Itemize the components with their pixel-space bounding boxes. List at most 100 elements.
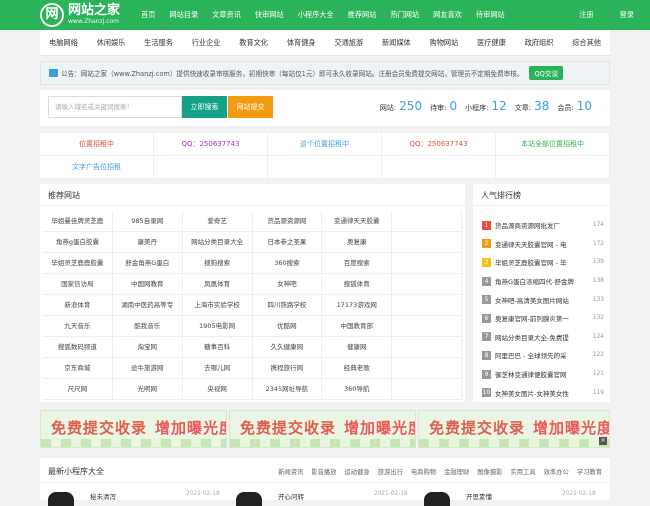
ranking-item[interactable]: 2 变通律天天胶囊官网 - 电 172 — [482, 235, 604, 254]
recommended-site-link[interactable]: 毕姐灵芝鹿鹿胶囊 — [43, 253, 113, 274]
text-ad-slot[interactable] — [382, 156, 496, 179]
nav-articles[interactable]: 文章资讯 — [205, 0, 248, 30]
category-item[interactable]: 新闻媒体 — [382, 38, 411, 48]
recommended-site-link[interactable]: 糖事百科 — [182, 337, 253, 358]
mini-program-avatar[interactable] — [424, 492, 450, 506]
recommended-site-link[interactable]: 搜狐体育 — [322, 274, 393, 295]
recommended-site-link[interactable]: 1905电影网 — [182, 316, 253, 337]
mini-program-tab[interactable]: 旅游出行 — [378, 467, 403, 476]
recommended-site-link[interactable]: 尺尺网 — [43, 379, 113, 400]
qq-chat-button[interactable]: QQ交谈 — [529, 66, 564, 80]
category-item[interactable]: 电脑网络 — [49, 38, 78, 48]
ranking-item[interactable]: 9 御芝林变通律便胶囊官网 121 — [482, 365, 604, 384]
mini-program-tab[interactable]: 图像摄影 — [477, 467, 502, 476]
recommended-site-link[interactable]: 新浪体育 — [43, 295, 113, 316]
recommended-site-link[interactable]: 360导航 — [322, 379, 393, 400]
recommended-site-link[interactable]: 去哪儿网 — [182, 358, 253, 379]
mini-program-avatar[interactable] — [48, 492, 74, 506]
text-ad-slot[interactable]: 本站全部位置招租中 — [496, 133, 610, 156]
recommended-site-link[interactable]: 光明网 — [112, 379, 183, 400]
recommended-site-link[interactable]: 角燕g蛋白胶囊 — [43, 232, 113, 253]
recommended-site-link[interactable]: 网站分类目录大全 — [182, 232, 253, 253]
recommended-site-link[interactable]: 毕姐曼佳牌灵芝鹿 — [43, 211, 113, 232]
text-ad-slot[interactable]: QQ：250637743 — [154, 133, 268, 156]
recommended-site-link[interactable]: 四川铁路学校 — [252, 295, 323, 316]
mini-program-tab[interactable]: 效率办公 — [544, 467, 569, 476]
recommended-site-link[interactable]: 上海市实验学校 — [182, 295, 253, 316]
ranking-item[interactable]: 8 阿里巴巴 - 全球领先的采 122 — [482, 346, 604, 365]
recommended-site-link[interactable]: 爱奇艺 — [182, 211, 253, 232]
mini-program-tab[interactable]: 学习教育 — [577, 467, 602, 476]
recommended-site-link[interactable]: 女神吧 — [252, 274, 323, 295]
text-ad-slot[interactable] — [268, 156, 382, 179]
nav-fast-review[interactable]: 快审网站 — [248, 0, 291, 30]
mini-program-avatar[interactable] — [236, 492, 262, 506]
recommended-site-link[interactable]: 京东商城 — [43, 358, 113, 379]
ranking-item[interactable]: 4 角燕G蛋白浓缩四代-舒金牌 138 — [482, 272, 604, 291]
recommended-site-link[interactable]: 康美丹 — [112, 232, 183, 253]
category-item[interactable]: 医疗健康 — [477, 38, 506, 48]
recommended-site-link[interactable]: 日本参之圣果 — [252, 232, 323, 253]
recommended-site-link[interactable]: 2345网址导航 — [252, 379, 323, 400]
mini-program-tab[interactable]: 实用工具 — [510, 467, 535, 476]
category-item[interactable]: 生活服务 — [144, 38, 173, 48]
nav-pending[interactable]: 待审网站 — [469, 0, 512, 30]
ranking-item[interactable]: 1 货品源商资源网批发厂 174 — [482, 216, 604, 235]
recommended-site-link[interactable]: 中国教育部 — [322, 316, 393, 337]
ranking-item[interactable]: 10 女神美女图片-女神美女性 119 — [482, 383, 604, 402]
recommended-site-link[interactable]: 17173游戏网 — [322, 295, 393, 316]
nav-favorites[interactable]: 网友喜欢 — [426, 0, 469, 30]
category-item[interactable]: 体育健身 — [287, 38, 316, 48]
recommended-site-link[interactable]: 360搜索 — [252, 253, 323, 274]
recommended-site-link[interactable]: 酷我音乐 — [112, 316, 183, 337]
recommended-site-link[interactable]: 健康网 — [322, 337, 393, 358]
recommended-site-link[interactable]: 优酷网 — [252, 316, 323, 337]
mini-program-tab[interactable]: 运动健身 — [345, 467, 370, 476]
search-input[interactable]: 请输入域名或关键词搜索！ — [48, 96, 182, 118]
submit-site-button[interactable]: 网站提交 — [228, 96, 273, 118]
recommended-site-link[interactable]: 途牛旅游网 — [112, 358, 183, 379]
recommended-site-link[interactable]: 国家信访局 — [43, 274, 113, 295]
category-item[interactable]: 行业企业 — [192, 38, 221, 48]
category-item[interactable]: 综合其他 — [572, 38, 601, 48]
ranking-item[interactable]: 3 毕姐灵芝鹿胶囊官网 - 毕 139 — [482, 253, 604, 272]
recommended-site-link[interactable]: 央视网 — [182, 379, 253, 400]
login-link[interactable]: 登录 — [620, 0, 634, 30]
recommended-site-link[interactable]: 奥复康 — [322, 232, 393, 253]
nav-home[interactable]: 首页 — [134, 0, 162, 30]
recommended-site-link[interactable]: 淘宝网 — [112, 337, 183, 358]
mini-program-tab[interactable]: 影音播放 — [311, 467, 336, 476]
promo-banner[interactable]: 免费提交收录增加曝光度! × — [418, 410, 610, 448]
mini-program-tab[interactable]: 电商购物 — [411, 467, 436, 476]
category-item[interactable]: 交通旅游 — [334, 38, 363, 48]
recommended-site-link[interactable]: 货品源资源网 — [252, 211, 323, 232]
nav-directory[interactable]: 网站目录 — [162, 0, 205, 30]
text-ad-slot[interactable]: QQ：250637743 — [382, 133, 496, 156]
nav-recommended[interactable]: 推荐网站 — [341, 0, 384, 30]
text-ad-slot[interactable]: 这个位置招租中 — [268, 133, 382, 156]
site-logo[interactable]: 网 网站之家 www.Zhanzj.com — [40, 3, 132, 27]
recommended-site-link[interactable]: 凤凰体育 — [182, 274, 253, 295]
category-item[interactable]: 购物网站 — [430, 38, 459, 48]
close-icon[interactable]: × — [599, 437, 607, 445]
recommended-site-link[interactable]: 搜狗搜索 — [182, 253, 253, 274]
recommended-site-link[interactable]: 久久健康网 — [252, 337, 323, 358]
text-ad-slot[interactable]: 位置招租中 — [40, 133, 154, 156]
recommended-site-link[interactable]: 中国网教育 — [112, 274, 183, 295]
category-item[interactable]: 教育文化 — [239, 38, 268, 48]
text-ad-slot[interactable] — [154, 156, 268, 179]
mini-program-tab[interactable]: 金融理财 — [444, 467, 469, 476]
recommended-site-link[interactable]: 湖南中医药高等专 — [112, 295, 183, 316]
recommended-site-link[interactable]: 变通律天天胶囊 — [322, 211, 393, 232]
nav-popular[interactable]: 热门网站 — [383, 0, 426, 30]
mini-program-tab[interactable]: 新闻资讯 — [278, 467, 303, 476]
promo-banner[interactable]: 免费提交收录增加曝光度! — [40, 410, 227, 448]
recommended-site-link[interactable]: 九天音乐 — [43, 316, 113, 337]
register-link[interactable]: 注册 — [579, 0, 593, 30]
recommended-site-link[interactable]: 搜狐数码频道 — [43, 337, 113, 358]
text-ad-slot[interactable] — [496, 156, 610, 179]
ranking-item[interactable]: 6 奥复康官网-前列腺炎第一 132 — [482, 309, 604, 328]
category-item[interactable]: 政府组织 — [525, 38, 554, 48]
recommended-site-link[interactable]: 百度搜索 — [322, 253, 393, 274]
recommended-site-link[interactable]: 985自录网 — [112, 211, 183, 232]
